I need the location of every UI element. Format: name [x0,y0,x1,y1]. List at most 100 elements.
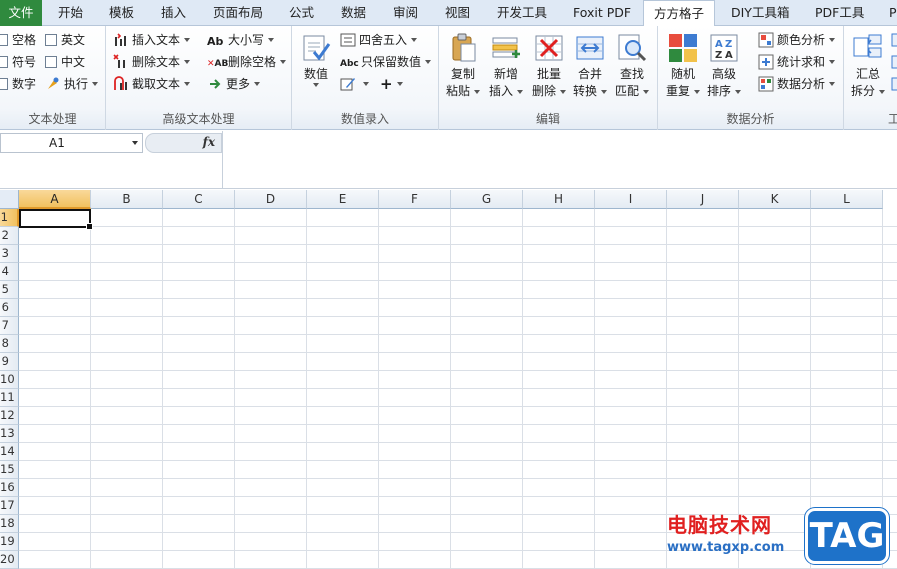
delete-space-icon: ✕AB [207,59,229,69]
color-grid-icon [758,32,774,48]
row-header-15[interactable]: 15 [0,461,19,479]
random-repeat-button[interactable]: 随机 重复 [662,32,704,100]
column-header-h[interactable]: H [523,190,595,209]
more-button[interactable]: 更多 [207,74,261,94]
tab-review[interactable]: 审阅 [393,0,418,26]
name-box[interactable]: A1 [0,133,143,153]
column-header-l[interactable]: L [811,190,883,209]
active-cell-a1[interactable] [19,209,93,230]
advanced-sort-button[interactable]: AZZA 高级 排序 [703,32,745,100]
checkbox-english[interactable]: 英文 [45,30,85,50]
copy-paste-button[interactable]: 复制 粘贴 [442,32,484,100]
round-button[interactable]: 四舍五入 [340,30,418,50]
chevron-down-icon [517,89,523,94]
checkbox-number[interactable]: 数字 [0,74,36,94]
row-header-20[interactable]: 20 [0,551,19,569]
keep-values-button[interactable]: Abc 只保留数值 [340,52,432,72]
row-header-9[interactable]: 9 [0,353,19,371]
tab-file[interactable]: 文件 [0,0,42,26]
color-analysis-button[interactable]: 颜色分析 [758,30,836,50]
row-header-1[interactable]: 1 [0,209,19,227]
formula-buttons: fx [145,133,222,153]
chevron-down-icon[interactable] [132,141,138,145]
ribbon-tab-bar: 文件 开始 模板 插入 页面布局 公式 数据 审阅 视图 开发工具 Foxit … [0,0,897,27]
tab-view[interactable]: 视图 [445,0,470,26]
merge-convert-button[interactable]: 合并 转换 [569,32,611,100]
tab-developer[interactable]: 开发工具 [497,0,547,26]
chevron-down-icon [735,89,741,94]
column-header-e[interactable]: E [307,190,379,209]
insert-function-icon[interactable]: fx [203,135,215,149]
chevron-down-icon [829,82,836,86]
tab-diy-toolbox[interactable]: DIY工具箱 [731,0,789,26]
select-all-corner[interactable] [0,190,19,209]
row-header-19[interactable]: 19 [0,533,19,551]
plus-button[interactable]: + [380,74,403,94]
tab-fangfang-gezi[interactable]: 方方格子 [643,0,715,27]
sheet-tool-small-2[interactable] [891,52,897,72]
column-header-d[interactable]: D [235,190,307,209]
column-header-a[interactable]: A [19,190,91,209]
tab-formulas[interactable]: 公式 [289,0,314,26]
summary-split-button[interactable]: 汇总 拆分 [847,32,889,100]
extract-text-button[interactable]: 截取文本 [113,74,191,94]
row-header-6[interactable]: 6 [0,299,19,317]
tab-pdf-tools[interactable]: PDF工具 [815,0,864,26]
sheet-tool-small-3[interactable] [891,74,897,94]
row-header-10[interactable]: 10 [0,371,19,389]
sheet-icon [891,54,897,70]
sheet-tool-small-1[interactable] [891,30,897,50]
find-match-button[interactable]: 查找 匹配 [611,32,653,100]
sheet-icon [891,76,897,92]
column-header-g[interactable]: G [451,190,523,209]
delete-space-button[interactable]: ✕AB 删除空格 [207,52,287,72]
formula-bar: A1 fx [0,131,897,189]
row-header-2[interactable]: 2 [0,227,19,245]
group-label: 数值录入 [340,112,389,126]
tab-data[interactable]: 数据 [341,0,366,26]
tab-page-layout[interactable]: 页面布局 [213,0,263,26]
execute-button[interactable]: 执行 [45,74,99,94]
row-header-5[interactable]: 5 [0,281,19,299]
chevron-down-icon [879,89,885,94]
row-header-18[interactable]: 18 [0,515,19,533]
row-header-12[interactable]: 12 [0,407,19,425]
row-header-8[interactable]: 8 [0,335,19,353]
tab-foxit-pdf[interactable]: Foxit PDF [573,0,631,26]
row-header-13[interactable]: 13 [0,425,19,443]
tab-home[interactable]: 开始 [58,0,83,26]
row-header-16[interactable]: 16 [0,479,19,497]
column-header-f[interactable]: F [379,190,451,209]
tab-template[interactable]: 模板 [109,0,134,26]
tab-insert[interactable]: 插入 [161,0,186,26]
row-header-7[interactable]: 7 [0,317,19,335]
column-header-j[interactable]: J [667,190,739,209]
row-header-17[interactable]: 17 [0,497,19,515]
edit-note-button[interactable] [340,74,369,94]
row-header-4[interactable]: 4 [0,263,19,281]
insert-text-button[interactable]: 插入文本 [113,30,191,50]
checkbox-space[interactable]: 空格 [0,30,36,50]
column-header-c[interactable]: C [163,190,235,209]
delete-text-button[interactable]: 删除文本 [113,52,191,72]
chevron-down-icon [601,89,607,94]
column-header-b[interactable]: B [91,190,163,209]
formula-input[interactable] [222,131,897,188]
checkbox-chinese[interactable]: 中文 [45,52,85,72]
row-header-11[interactable]: 11 [0,389,19,407]
data-analysis-button[interactable]: 数据分析 [758,74,836,94]
row-header-14[interactable]: 14 [0,443,19,461]
tab-more[interactable]: P [889,0,897,26]
checkbox-symbol[interactable]: 符号 [0,52,36,72]
row-header-3[interactable]: 3 [0,245,19,263]
column-header-i[interactable]: I [595,190,667,209]
delete-text-icon [113,54,129,70]
delete-grid-icon [533,32,565,64]
column-header-k[interactable]: K [739,190,811,209]
value-button[interactable]: 数值 [295,32,337,87]
batch-delete-button[interactable]: 批量 删除 [528,32,570,100]
stat-sum-button[interactable]: 统计求和 [758,52,836,72]
add-insert-button[interactable]: 新增 插入 [485,32,527,100]
case-button[interactable]: Ab 大小写 [207,30,275,50]
checkbox-icon [0,56,8,68]
